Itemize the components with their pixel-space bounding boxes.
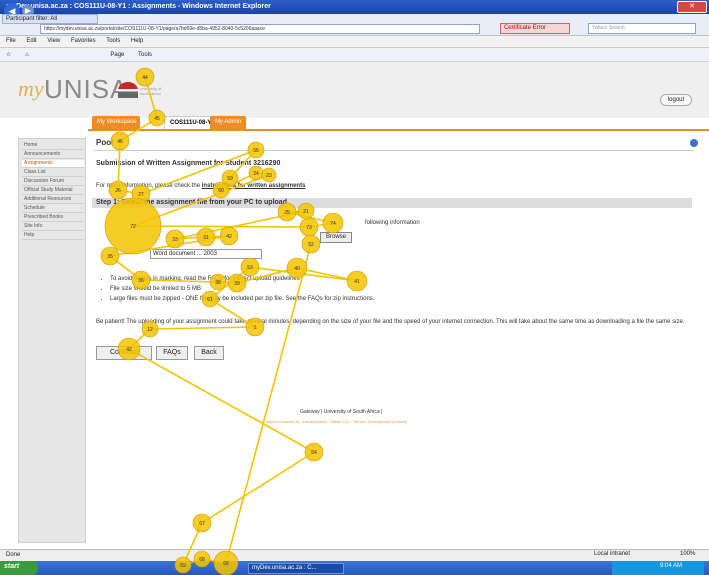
taskbar — [0, 561, 709, 575]
list-item: File size should be limited to 5 MB — [110, 286, 374, 292]
command-bar: ☆ ⌂ Page Tools — [0, 48, 709, 62]
close-window-button[interactable]: ✕ — [677, 1, 707, 13]
sidebar-item-announcements[interactable]: Announcements — [22, 151, 84, 159]
command-tools[interactable]: Tools — [138, 52, 152, 58]
sidebar-item-discussion-forum[interactable]: Discussion Forum — [22, 178, 84, 186]
menu-bar: File Edit View Favorites Tools Help — [0, 36, 709, 48]
search-input[interactable]: Yahoo! Search — [588, 23, 696, 34]
instructions-link[interactable]: instructions for written assignments — [202, 183, 306, 189]
sidebar-item-assignments[interactable]: Assignments — [22, 160, 84, 168]
logo-unisa: UNISA — [44, 74, 129, 104]
list-item: To avoid delays in marking, read the FAQ… — [110, 276, 374, 282]
menu-file[interactable]: File — [6, 38, 16, 44]
tab-underline — [88, 129, 709, 131]
list-item: Large files must be zipped - ONE file ma… — [110, 296, 374, 302]
start-button[interactable]: start — [0, 561, 38, 575]
menu-tools[interactable]: Tools — [106, 38, 120, 44]
logo-subtitle: university of south africa — [140, 86, 162, 96]
page-title: Submission of Written Assignment for Stu… — [96, 160, 281, 167]
certificate-error-badge[interactable]: Certificate Error — [500, 23, 570, 34]
tab-my-workspace[interactable]: My Workspace — [92, 116, 140, 129]
star-icon[interactable]: ☆ — [6, 52, 11, 58]
help-icon[interactable] — [690, 139, 698, 147]
sidebar-item-home[interactable]: Home — [22, 142, 84, 150]
sidebar-item-schedule[interactable]: Schedule — [22, 205, 84, 213]
window-title: myDev.unisa.ac.za : COS111U-08-Y1 : Assi… — [0, 0, 709, 14]
browser-tab[interactable]: Participant filter: All — [2, 14, 98, 24]
unisa-logo-icon — [118, 82, 138, 98]
back-button[interactable]: Back — [194, 346, 224, 360]
intro-text: For more information, please check the i… — [96, 183, 305, 189]
browse-button[interactable]: Browse — [320, 232, 352, 243]
patience-note: Be patient! The uploading of your assign… — [96, 319, 685, 325]
sidebar-item-class-list[interactable]: Class List — [22, 169, 84, 177]
zoom-level[interactable]: 100% — [680, 549, 695, 557]
status-zone: Local intranet — [594, 551, 631, 557]
step-text: following information — [365, 220, 420, 226]
home-icon[interactable]: ⌂ — [25, 52, 29, 58]
sidebar-item-prescribed-books[interactable]: Prescribed Books — [22, 214, 84, 222]
footer-links[interactable]: Gateway | University of South Africa | — [300, 409, 382, 415]
address-bar[interactable]: https://mydev.unisa.ac.za/portal/site/CO… — [40, 24, 480, 34]
tool-title: Pool — [96, 138, 114, 147]
step-heading: Step 1: Select the assignment file from … — [92, 198, 692, 208]
sidebar-item-help[interactable]: Help — [22, 232, 84, 240]
taskbar-window-item[interactable]: myDev.unisa.ac.za : C... — [248, 563, 344, 574]
faqs-button[interactable]: FAQs — [156, 346, 188, 360]
continue-button[interactable]: Continue — [96, 346, 152, 360]
clock: 9:04 AM — [660, 563, 683, 569]
logo-my: my — [18, 76, 44, 101]
divider — [94, 150, 694, 151]
tab-course[interactable]: COS111U-08-Y1 — [164, 116, 215, 129]
sidebar-item-site-info[interactable]: Site Info — [22, 223, 84, 231]
guidelines-list: To avoid delays in marking, read the FAQ… — [110, 276, 374, 306]
intro-label: For more information, please check the — [96, 183, 201, 189]
document-type-select[interactable]: Word document ... 2003 — [150, 249, 262, 259]
sidebar-item-additional-resources[interactable]: Additional Resources — [22, 196, 84, 204]
menu-view[interactable]: View — [47, 38, 60, 44]
command-page[interactable]: Page — [110, 52, 124, 58]
footer-subtext: myDev.unisa.ac.za - Development - Sakai … — [266, 419, 407, 424]
sidebar-item-official-study-material[interactable]: Official Study Material — [22, 187, 84, 195]
tab-my-admin[interactable]: My Admin — [210, 116, 246, 129]
menu-help[interactable]: Help — [131, 38, 143, 44]
menu-favorites[interactable]: Favorites — [71, 38, 96, 44]
logout-button[interactable]: logout — [660, 94, 692, 106]
menu-edit[interactable]: Edit — [26, 38, 36, 44]
system-tray — [612, 561, 704, 575]
